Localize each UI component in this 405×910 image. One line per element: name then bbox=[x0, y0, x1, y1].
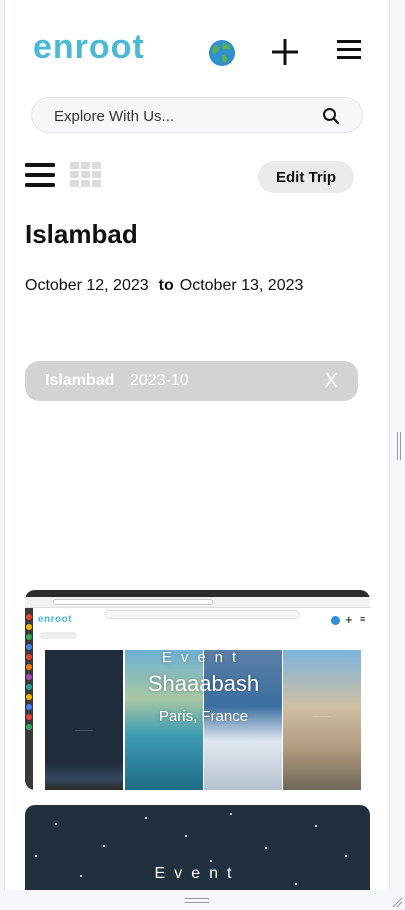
trip-dates: October 12, 2023 to October 13, 2023 bbox=[25, 277, 303, 295]
event-card-label: Event bbox=[154, 865, 241, 882]
search-bar[interactable] bbox=[31, 97, 363, 133]
dock-app-icon bbox=[26, 704, 32, 710]
date-separator: to bbox=[158, 277, 174, 294]
preview-event-location: Paris, France bbox=[158, 708, 249, 725]
star bbox=[145, 817, 147, 819]
logo-text: enroot bbox=[33, 28, 145, 66]
chip-date: 2023-10 bbox=[130, 372, 189, 389]
preview-url-field bbox=[53, 599, 213, 605]
globe-icon[interactable] bbox=[207, 38, 237, 68]
preview-globe-icon bbox=[331, 616, 340, 625]
preview-search bbox=[105, 610, 300, 619]
dock-app-icon bbox=[26, 664, 32, 670]
chip-city: Islambad bbox=[45, 372, 115, 389]
preview-plus-icon: + bbox=[345, 612, 353, 627]
search-input[interactable] bbox=[54, 104, 304, 128]
preview-side-dock bbox=[25, 608, 33, 790]
star bbox=[103, 845, 105, 847]
plus-icon[interactable] bbox=[269, 36, 301, 68]
panel-caption: ········· bbox=[313, 714, 331, 720]
resize-corner-icon[interactable] bbox=[391, 896, 403, 908]
event-preview-card[interactable]: enroot + ≡ ········· ········· Event Sha… bbox=[25, 590, 370, 790]
grid-view-icon[interactable] bbox=[70, 162, 102, 188]
star bbox=[315, 825, 317, 827]
dock-app-icon bbox=[26, 684, 32, 690]
enroot-logo[interactable]: enroot bbox=[31, 28, 161, 68]
search-icon[interactable] bbox=[322, 107, 340, 125]
edit-trip-button[interactable]: Edit Trip bbox=[258, 161, 354, 193]
star bbox=[345, 855, 347, 857]
trip-title: Islambad bbox=[25, 219, 138, 249]
preview-panel-night-city: ········· bbox=[45, 650, 123, 790]
star bbox=[230, 813, 232, 815]
star bbox=[185, 835, 187, 837]
city-lights bbox=[45, 762, 123, 790]
start-date: October 12, 2023 bbox=[25, 277, 149, 294]
preview-event-label: Event bbox=[161, 649, 246, 666]
star bbox=[35, 855, 37, 857]
destination-chip[interactable]: Islambad 2023-10 X bbox=[25, 361, 358, 401]
dock-app-icon bbox=[26, 714, 32, 720]
star bbox=[265, 847, 267, 849]
vertical-scrollbar[interactable] bbox=[391, 0, 405, 910]
remove-destination-button[interactable]: X bbox=[325, 370, 338, 393]
end-date: October 13, 2023 bbox=[179, 277, 304, 294]
dock-app-icon bbox=[26, 634, 32, 640]
star bbox=[295, 883, 297, 885]
panel-caption: ········· bbox=[75, 728, 93, 734]
preview-event-name: Shaaabash bbox=[147, 671, 260, 696]
dock-app-icon bbox=[26, 674, 32, 680]
bottom-grip-handle[interactable] bbox=[185, 898, 209, 903]
dock-app-icon bbox=[26, 624, 32, 630]
hamburger-menu-icon[interactable] bbox=[335, 36, 363, 64]
dock-app-icon bbox=[26, 614, 32, 620]
app-page: enroot Edit Trip bbox=[4, 0, 390, 890]
preview-logo: enroot bbox=[38, 614, 73, 625]
list-view-icon[interactable] bbox=[25, 162, 55, 188]
preview-browser-tabs bbox=[25, 590, 370, 597]
preview-panel-alley: ········· bbox=[283, 650, 361, 790]
preview-address-bar bbox=[25, 597, 370, 608]
star bbox=[55, 823, 57, 825]
dock-app-icon bbox=[26, 724, 32, 730]
event-card[interactable]: Event bbox=[25, 805, 370, 890]
preview-menu-icon: ≡ bbox=[360, 614, 366, 624]
dock-app-icon bbox=[26, 694, 32, 700]
star bbox=[210, 860, 212, 862]
dock-app-icon bbox=[26, 644, 32, 650]
bottom-resize-bar bbox=[0, 890, 405, 910]
dock-app-icon bbox=[26, 654, 32, 660]
scrollbar-handle[interactable] bbox=[397, 432, 401, 460]
preview-pill bbox=[39, 632, 77, 639]
